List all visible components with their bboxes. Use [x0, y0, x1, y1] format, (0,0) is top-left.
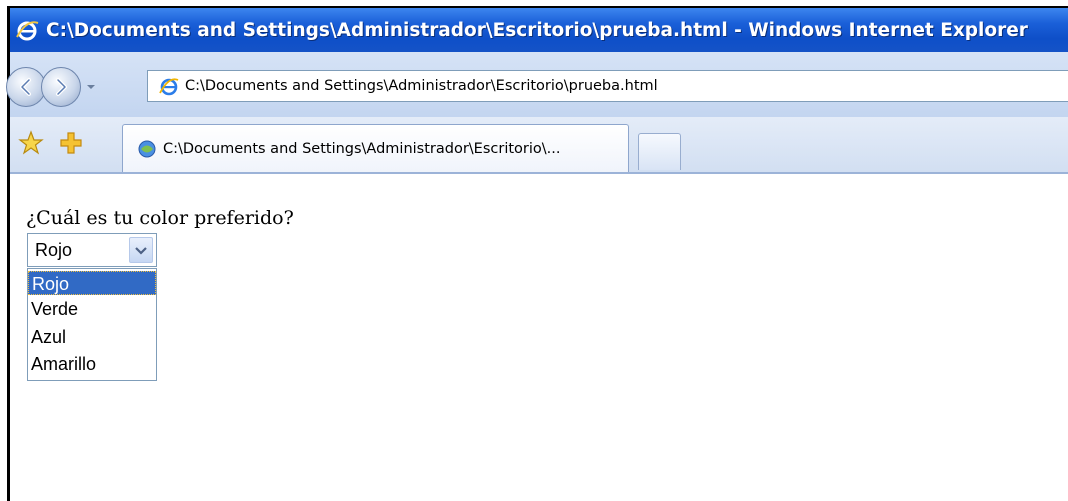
recent-pages-dropdown[interactable]: [84, 78, 98, 96]
back-button[interactable]: [6, 67, 46, 107]
option-rojo[interactable]: Rojo: [28, 271, 156, 295]
new-tab-button[interactable]: [638, 133, 681, 170]
question-label: ¿Cuál es tu color preferido?: [26, 207, 294, 229]
select-current-value: Rojo: [35, 240, 73, 260]
ie-logo-icon: [14, 17, 40, 43]
favorites-star-icon[interactable]: [18, 130, 44, 156]
forward-arrow-icon: [56, 78, 67, 96]
forward-button[interactable]: [41, 67, 81, 107]
address-input[interactable]: C:\Documents and Settings\Administrador\…: [147, 70, 1068, 102]
window-title: C:\Documents and Settings\Administrador\…: [46, 19, 1028, 41]
option-azul[interactable]: Azul: [28, 325, 156, 349]
option-verde[interactable]: Verde: [28, 297, 156, 321]
select-options-list[interactable]: Rojo Verde Azul Amarillo: [27, 268, 157, 381]
ie-page-icon: [137, 139, 157, 159]
chevron-down-icon: [87, 85, 95, 89]
tab-prueba[interactable]: C:\Documents and Settings\Administrador\…: [122, 124, 629, 172]
ie-window: C:\Documents and Settings\Administrador\…: [0, 0, 1068, 501]
ie-page-icon: [158, 75, 180, 97]
option-amarillo[interactable]: Amarillo: [28, 352, 156, 376]
add-favorite-icon[interactable]: [58, 130, 84, 156]
title-bar[interactable]: C:\Documents and Settings\Administrador\…: [10, 8, 1068, 52]
back-arrow-icon: [20, 78, 31, 96]
chevron-down-icon: [135, 247, 147, 255]
select-dropdown-button[interactable]: [129, 237, 153, 263]
address-url: C:\Documents and Settings\Administrador\…: [185, 78, 658, 94]
color-select[interactable]: Rojo: [27, 233, 157, 267]
tab-label: C:\Documents and Settings\Administrador\…: [163, 140, 561, 157]
